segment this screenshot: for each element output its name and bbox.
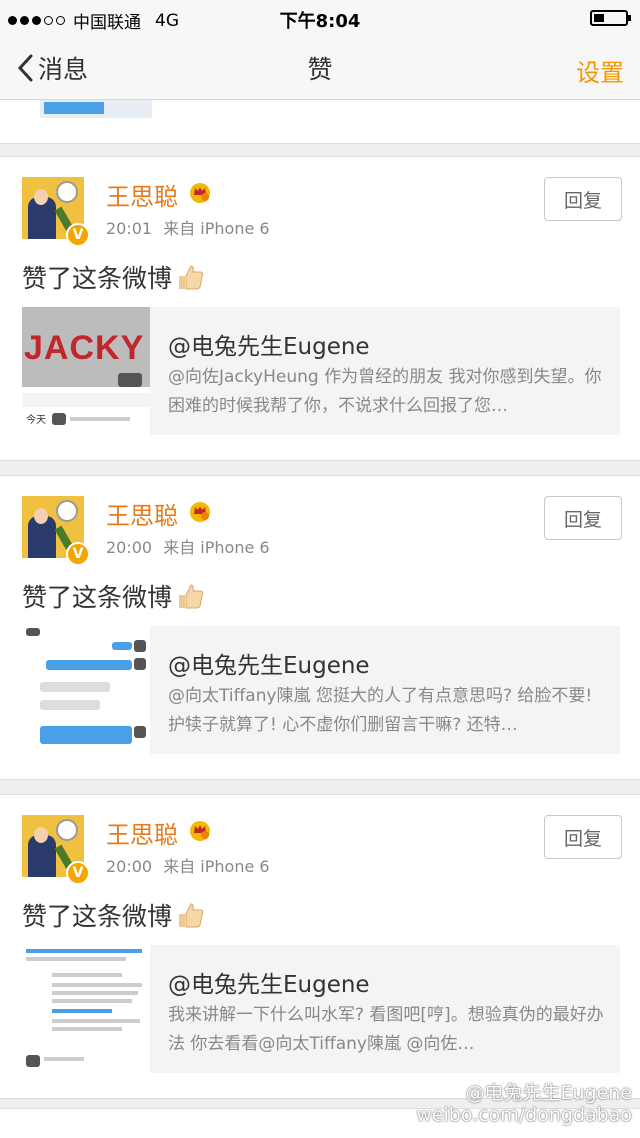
settings-button[interactable]: 设置 (576, 53, 624, 88)
post-meta: 20:00 来自 iPhone 6 (106, 534, 270, 558)
quoted-text: @向佐JackyHeung 作为曾经的朋友 我对你感到失望。你困难的时候我帮了你… (168, 367, 602, 416)
like-action-text: 赞了这条微博 (22, 902, 173, 931)
like-action-text: 赞了这条微博 (22, 583, 173, 612)
post-meta: 20:01 来自 iPhone 6 (106, 215, 270, 239)
like-notification-card[interactable]: V 王思聪 20:00 来自 iPhone 6 回复 赞了这条微博 @电兔先生E… (0, 475, 640, 780)
quoted-post[interactable]: @电兔先生Eugene 我来讲解一下什么叫水军? 看图吧[哼]。想验真伪的最好办… (22, 945, 620, 1073)
crown-icon (190, 502, 210, 522)
crown-icon (190, 821, 210, 841)
crown-icon (190, 183, 210, 203)
quoted-author[interactable]: @电兔先生Eugene (168, 646, 370, 680)
like-action: 赞了这条微博 (22, 897, 206, 933)
quoted-author[interactable]: @电兔先生Eugene (168, 327, 370, 361)
like-notification-card[interactable]: V 王思聪 20:00 来自 iPhone 6 回复 赞了这条微博 @电兔先生E… (0, 794, 640, 1099)
like-action: 赞了这条微博 (22, 578, 206, 614)
like-action-text: 赞了这条微博 (22, 264, 173, 293)
post-time: 20:00 (106, 538, 153, 557)
post-source: 来自 iPhone 6 (163, 538, 270, 557)
watermark-url: weibo.com/dongdabao (416, 1104, 632, 1126)
thumbnail-today-label: 今天 (26, 415, 46, 426)
quoted-text: @向太Tiffany陳嵐 您挺大的人了有点意思吗? 给脸不要! 护犊子就算了! … (168, 686, 593, 735)
post-time: 20:01 (106, 219, 153, 238)
user-name[interactable]: 王思聪 (106, 815, 178, 850)
battery-icon (590, 10, 631, 26)
verified-icon: V (66, 223, 90, 247)
reply-button[interactable]: 回复 (544, 815, 622, 859)
status-bar: 中国联通 4G 下午8:04 (0, 0, 640, 36)
quoted-thumbnail (22, 626, 150, 754)
user-name[interactable]: 王思聪 (106, 496, 178, 531)
thumbnail-caption: JACKY (24, 329, 145, 367)
thumbs-up-icon (179, 584, 204, 609)
thumbs-up-icon (179, 265, 204, 290)
quoted-post[interactable]: @电兔先生Eugene @向太Tiffany陳嵐 您挺大的人了有点意思吗? 给脸… (22, 626, 620, 754)
quoted-post[interactable]: JACKY 今天 @电兔先生Eugene @向佐JackyHeung 作为曾经的… (22, 307, 620, 435)
verified-icon: V (66, 861, 90, 885)
quoted-thumbnail (40, 100, 152, 118)
post-source: 来自 iPhone 6 (163, 219, 270, 238)
like-action: 赞了这条微博 (22, 259, 206, 295)
post-meta: 20:00 来自 iPhone 6 (106, 853, 270, 877)
nav-bar: 消息 赞 设置 (0, 36, 640, 100)
page-title: 赞 (307, 55, 333, 84)
quoted-thumbnail: JACKY 今天 (22, 307, 150, 435)
watermark-handle: @电兔先生Eugene (465, 1082, 632, 1104)
user-name[interactable]: 王思聪 (106, 177, 178, 212)
thumbs-up-icon (179, 903, 204, 928)
reply-button[interactable]: 回复 (544, 177, 622, 221)
quoted-thumbnail (22, 945, 150, 1073)
post-time: 20:00 (106, 857, 153, 876)
quoted-text: 我来讲解一下什么叫水军? 看图吧[哼]。想验真伪的最好办法 你去看看@向太Tif… (168, 1005, 604, 1054)
previous-card-fragment[interactable] (0, 100, 640, 144)
post-source: 来自 iPhone 6 (163, 857, 270, 876)
quoted-author[interactable]: @电兔先生Eugene (168, 965, 370, 999)
status-time: 下午8:04 (279, 11, 361, 32)
like-notification-card[interactable]: V 王思聪 20:01 来自 iPhone 6 回复 赞了这条微博 JACKY … (0, 156, 640, 461)
verified-icon: V (66, 542, 90, 566)
reply-button[interactable]: 回复 (544, 496, 622, 540)
